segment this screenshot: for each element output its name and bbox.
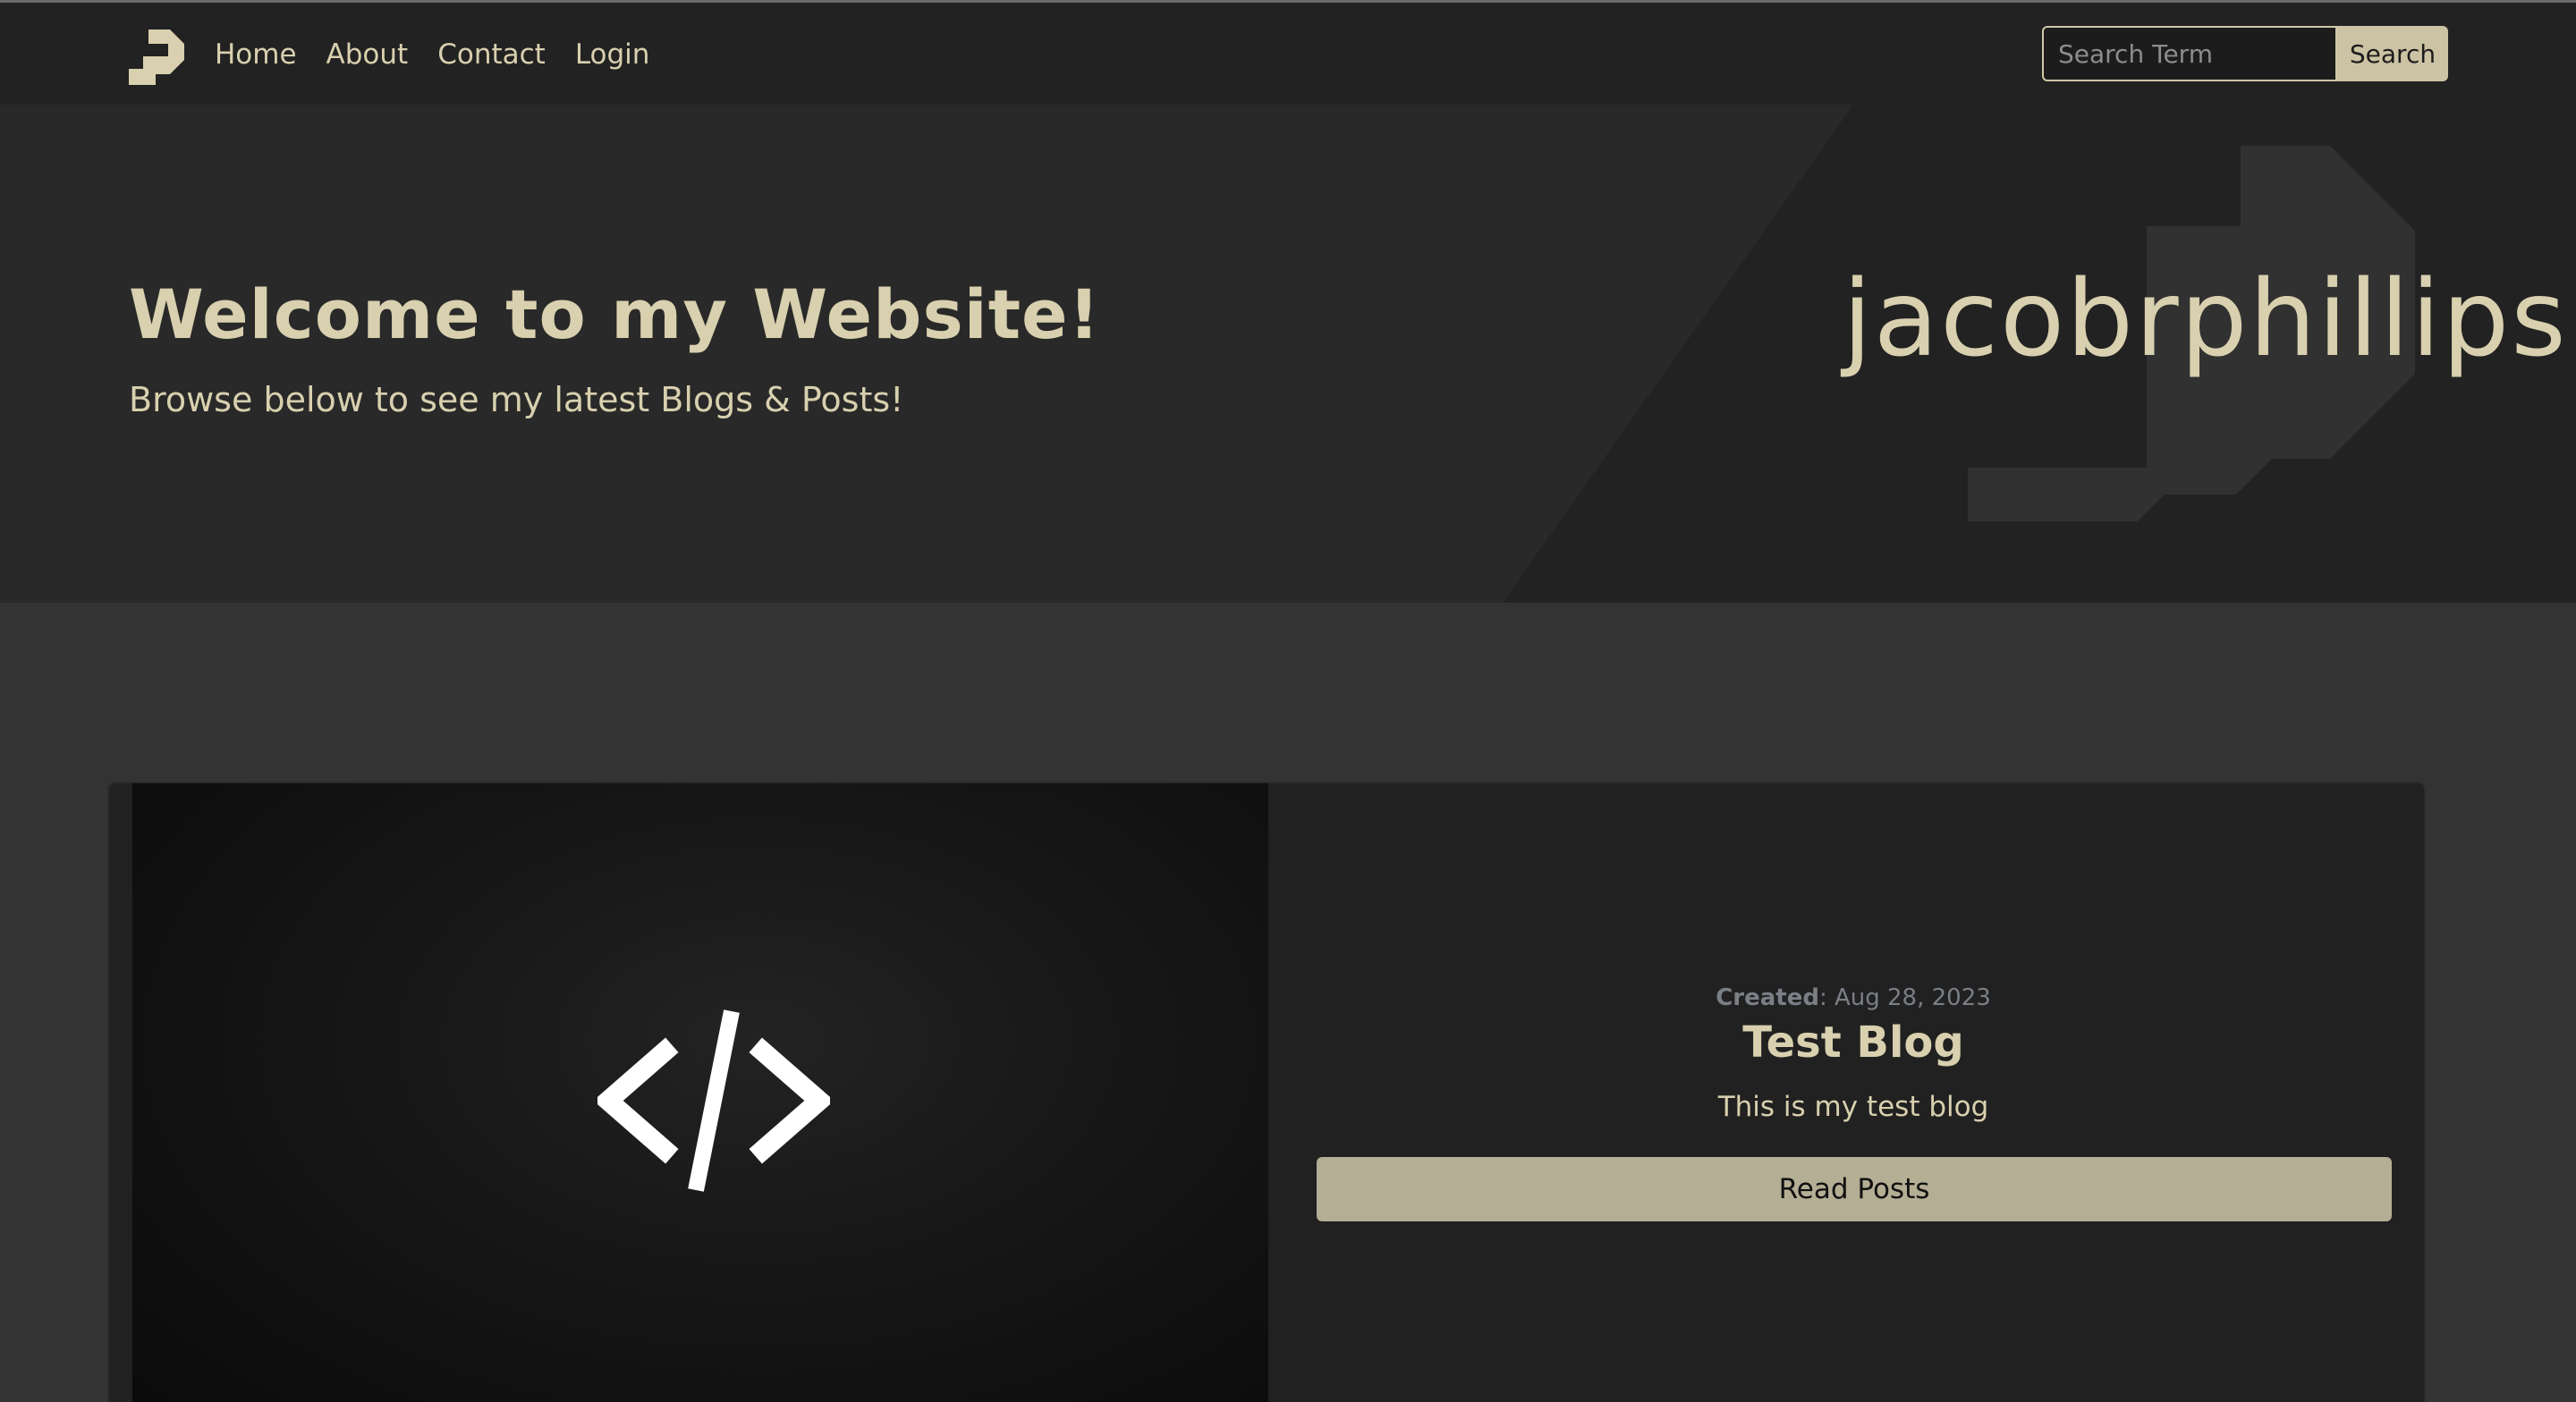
nav-link-home[interactable]: Home bbox=[215, 35, 297, 74]
nav-link-login[interactable]: Login bbox=[575, 35, 650, 74]
hero-brand-text: jacobrphillips bbox=[1843, 257, 2568, 380]
blog-card: Created: Aug 28, 2023 Test Blog This is … bbox=[107, 781, 2426, 1402]
code-brackets-icon bbox=[597, 1009, 830, 1192]
search-button[interactable]: Search bbox=[2337, 26, 2448, 81]
nav-link-about[interactable]: About bbox=[326, 35, 409, 74]
blog-card-body: Created: Aug 28, 2023 Test Blog This is … bbox=[1299, 783, 2424, 1402]
blog-card-title: Test Blog bbox=[1742, 1018, 1964, 1068]
search-input[interactable] bbox=[2042, 26, 2337, 81]
hero-subtitle: Browse below to see my latest Blogs & Po… bbox=[129, 380, 904, 419]
nav-links: Home About Contact Login bbox=[215, 35, 679, 74]
jp-monogram-icon[interactable] bbox=[129, 30, 184, 85]
created-label: Created bbox=[1716, 984, 1819, 1011]
hero-title: Welcome to my Website! bbox=[129, 274, 1101, 354]
blog-card-image bbox=[132, 783, 1268, 1402]
read-posts-button[interactable]: Read Posts bbox=[1317, 1157, 2392, 1221]
created-value: : Aug 28, 2023 bbox=[1818, 984, 1991, 1011]
hero-banner: Welcome to my Website! Browse below to s… bbox=[0, 105, 2576, 603]
navbar: Home About Contact Login Search bbox=[0, 3, 2576, 105]
blog-card-description: This is my test blog bbox=[1717, 1091, 1989, 1123]
created-date: Created: Aug 28, 2023 bbox=[1299, 984, 2408, 1011]
nav-link-contact[interactable]: Contact bbox=[437, 35, 546, 74]
search-form: Search bbox=[2042, 26, 2448, 81]
